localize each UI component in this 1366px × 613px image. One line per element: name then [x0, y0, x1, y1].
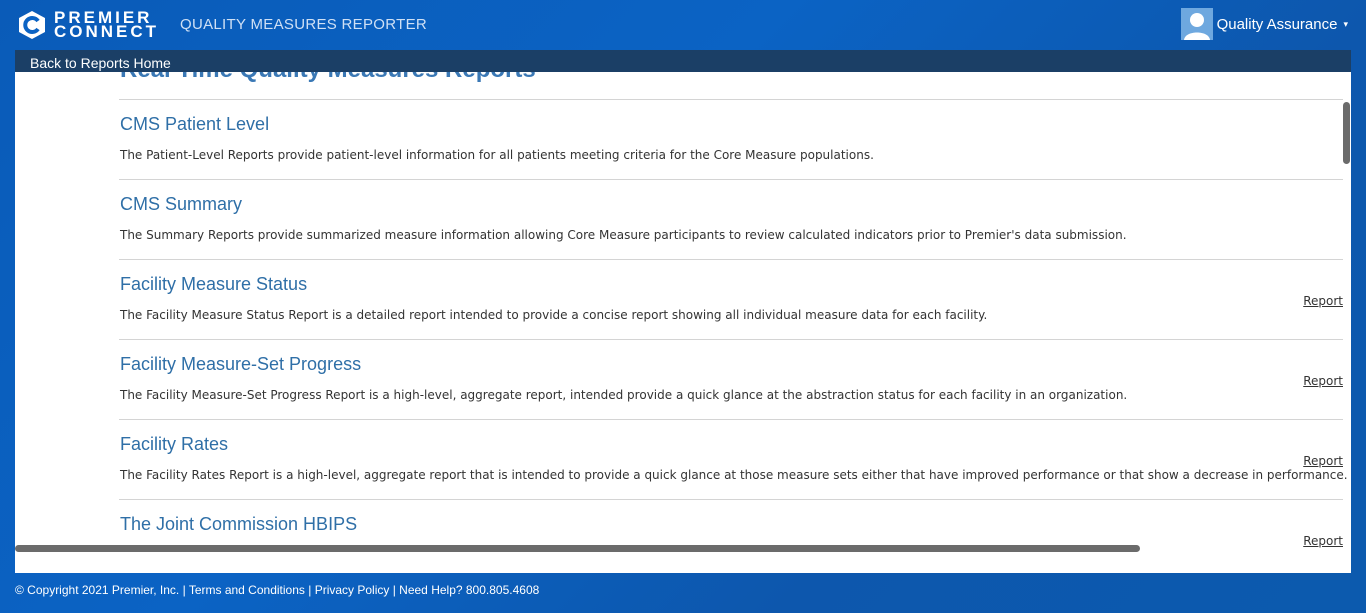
top-header: PREMIER CONNECT QUALITY MEASURES REPORTE… [0, 0, 1366, 50]
report-title-link[interactable]: Facility Measure-Set Progress [120, 354, 361, 375]
report-title-link[interactable]: Facility Measure Status [120, 274, 307, 295]
report-title-link[interactable]: CMS Patient Level [120, 114, 269, 135]
report-title-link[interactable]: The Joint Commission HBIPS [120, 514, 357, 535]
report-item: CMS Summary The Summary Reports provide s… [119, 179, 1343, 259]
app-title: QUALITY MEASURES REPORTER [180, 16, 428, 33]
footer-separator: | [304, 583, 315, 597]
footer-separator: | [179, 583, 189, 597]
back-to-reports-home-link[interactable]: Back to Reports Home [30, 55, 171, 71]
report-description: The Facility Rates Report is a high-leve… [120, 468, 1348, 482]
report-description: The Patient-Level Reports provide patien… [120, 148, 874, 162]
report-item: Facility Rates The Facility Rates Report … [119, 419, 1348, 499]
report-list: CMS Patient Level The Patient-Level Repor… [119, 99, 1348, 573]
copyright-text: © Copyright 2021 Premier, Inc. [15, 583, 180, 597]
report-title-link[interactable]: Facility Rates [120, 434, 228, 455]
footer-separator: | [389, 583, 400, 597]
back-bar: Back to Reports Home [15, 50, 1351, 72]
main-panel: Real Time Quality Measures Reports CMS P… [15, 50, 1351, 573]
logo-text: PREMIER CONNECT [54, 9, 160, 41]
report-title-link[interactable]: CMS Summary [120, 194, 242, 215]
report-link[interactable]: Report [1303, 534, 1343, 548]
premier-connect-logo[interactable]: PREMIER CONNECT [16, 9, 159, 41]
report-item: Facility Measure Status The Facility Meas… [119, 259, 1343, 339]
report-link[interactable]: Report [1303, 294, 1343, 308]
report-item: The Joint Commission HBIPS Report [119, 499, 1343, 573]
logo-line2: CONNECT [54, 22, 160, 41]
report-description: The Facility Measure Status Report is a … [120, 308, 988, 322]
reports-content: Real Time Quality Measures Reports CMS P… [15, 50, 1351, 573]
report-description: The Facility Measure-Set Progress Report… [120, 388, 1128, 402]
privacy-link[interactable]: Privacy Policy [315, 583, 390, 597]
report-item: CMS Patient Level The Patient-Level Repor… [119, 99, 1343, 179]
vertical-scrollbar[interactable] [1343, 102, 1350, 164]
footer: © Copyright 2021 Premier, Inc. | Terms a… [15, 583, 539, 597]
horizontal-scrollbar[interactable] [15, 545, 1140, 552]
chevron-down-icon: ▾ [1343, 18, 1348, 29]
terms-link[interactable]: Terms and Conditions [189, 583, 305, 597]
report-item: Facility Measure-Set Progress The Facilit… [119, 339, 1343, 419]
help-phone-link[interactable]: Need Help? 800.805.4608 [399, 583, 539, 597]
report-link[interactable]: Report [1303, 454, 1343, 468]
user-menu[interactable]: Quality Assurance ▾ [1180, 8, 1348, 40]
report-link[interactable]: Report [1303, 374, 1343, 388]
report-description: The Summary Reports provide summarized m… [120, 228, 1127, 242]
avatar-icon [1180, 8, 1213, 40]
user-name: Quality Assurance [1216, 15, 1338, 33]
premier-logo-icon [19, 11, 45, 39]
